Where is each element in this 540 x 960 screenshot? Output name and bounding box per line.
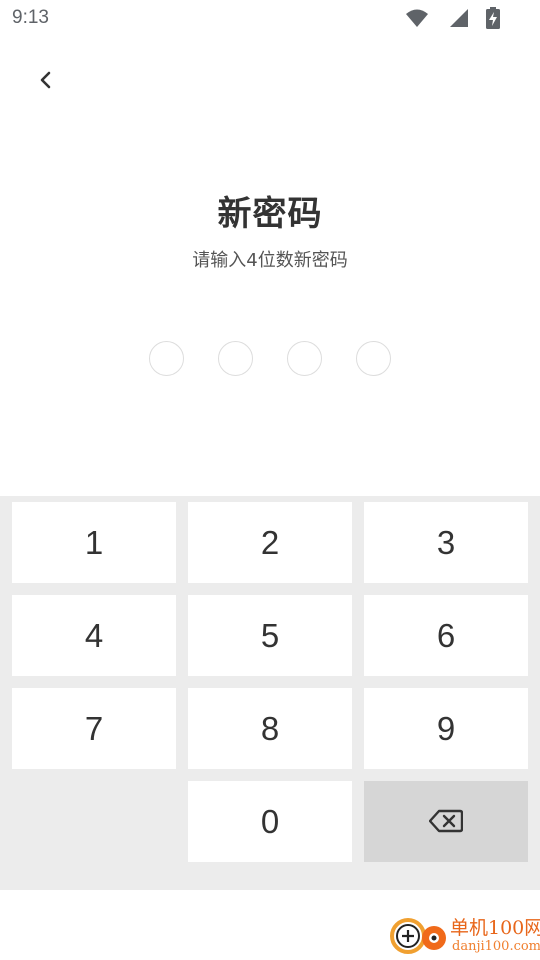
watermark-url: danji100.com bbox=[452, 939, 540, 954]
key-7[interactable]: 7 bbox=[12, 688, 176, 769]
pin-dot bbox=[218, 341, 253, 376]
key-8[interactable]: 8 bbox=[188, 688, 352, 769]
status-bar: 9:13 bbox=[0, 0, 540, 36]
watermark: 单机100网 danji100.com bbox=[386, 912, 540, 960]
delete-button[interactable] bbox=[364, 781, 528, 862]
page-subtitle: 请输入4位数新密码 bbox=[192, 250, 348, 271]
key-1[interactable]: 1 bbox=[12, 502, 176, 583]
pin-dot bbox=[356, 341, 391, 376]
watermark-name: 单机100网 bbox=[450, 917, 540, 939]
status-icons bbox=[390, 7, 500, 29]
watermark-logo-icon bbox=[388, 916, 452, 956]
status-time: 9:13 bbox=[12, 7, 49, 28]
battery-charging-icon bbox=[486, 7, 500, 29]
key-4[interactable]: 4 bbox=[12, 595, 176, 676]
numeric-keypad: 1 2 3 4 5 6 7 8 9 0 bbox=[0, 496, 540, 890]
chevron-left-icon bbox=[36, 70, 56, 94]
page-title: 新密码 bbox=[217, 194, 323, 234]
key-5[interactable]: 5 bbox=[188, 595, 352, 676]
key-2[interactable]: 2 bbox=[188, 502, 352, 583]
key-9[interactable]: 9 bbox=[364, 688, 528, 769]
signal-icon bbox=[448, 7, 470, 29]
pin-dot bbox=[149, 341, 184, 376]
key-3[interactable]: 3 bbox=[364, 502, 528, 583]
key-0[interactable]: 0 bbox=[188, 781, 352, 862]
key-6[interactable]: 6 bbox=[364, 595, 528, 676]
back-button[interactable] bbox=[28, 64, 64, 100]
backspace-icon bbox=[428, 803, 464, 841]
pin-dot bbox=[287, 341, 322, 376]
wifi-icon bbox=[406, 7, 428, 29]
pin-indicator bbox=[149, 341, 393, 377]
